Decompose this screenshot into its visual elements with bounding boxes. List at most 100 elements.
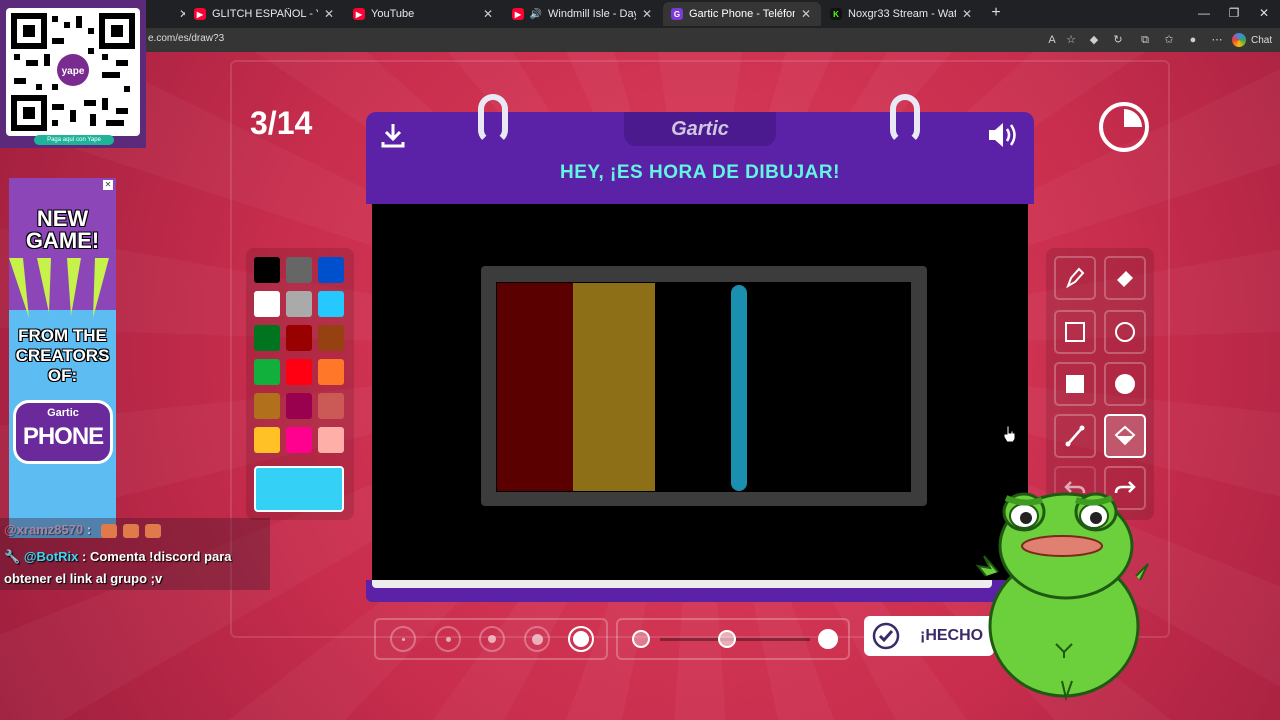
tab-gartic[interactable]: G Gartic Phone - Teléfono Descompu ✕ (663, 2, 821, 26)
ad-line2: GAME! (25, 228, 100, 253)
close-icon[interactable]: ✕ (177, 7, 185, 21)
puzzle-icon[interactable]: ⧉ (1137, 32, 1153, 48)
brush-size-4[interactable] (524, 626, 550, 652)
color-swatch[interactable] (286, 393, 312, 419)
ad-rays-graphic (9, 258, 109, 318)
brush-size-1[interactable] (390, 626, 416, 652)
color-swatch[interactable] (318, 325, 344, 351)
brush-size-5[interactable] (568, 626, 594, 652)
color-swatch[interactable] (254, 427, 280, 453)
favorite-star-icon[interactable]: ☆ (1063, 32, 1079, 48)
gartic-phone-logo: Gartic PHONE (13, 400, 113, 464)
opacity-mid[interactable] (718, 630, 736, 648)
kick-icon: K (830, 8, 842, 20)
tool-bucket-fill[interactable] (1104, 414, 1146, 458)
check-badge-icon (872, 622, 900, 650)
speaker-icon[interactable]: 🔊 (530, 8, 542, 20)
color-swatch[interactable] (254, 393, 280, 419)
tool-ellipse-outline[interactable] (1104, 310, 1146, 354)
tool-pencil[interactable] (1054, 256, 1096, 300)
more-menu-icon[interactable]: ⋯ (1209, 32, 1225, 48)
close-icon[interactable]: ✕ (640, 7, 654, 21)
timer-icon (1098, 101, 1150, 153)
tab-kick[interactable]: K Noxgr33 Stream - Watch Live on K ✕ (822, 2, 982, 26)
chat-message: obtener el link al grupo ;v (4, 571, 162, 586)
tool-rectangle-filled[interactable] (1054, 362, 1096, 406)
svg-text:yape: yape (62, 66, 85, 77)
color-swatch[interactable] (254, 257, 280, 283)
new-tab-icon[interactable]: + (988, 5, 1004, 21)
favorites-icon[interactable]: ✩ (1161, 32, 1177, 48)
frog-sticker (975, 476, 1152, 702)
binder-ring-left (478, 94, 508, 144)
brush-size-3[interactable] (479, 626, 505, 652)
color-swatch[interactable] (318, 393, 344, 419)
sound-icon[interactable] (986, 120, 1022, 150)
tool-rectangle-outline[interactable] (1054, 310, 1096, 354)
gartic-icon: G (671, 8, 683, 20)
youtube-icon: ▶ (194, 8, 206, 20)
color-swatch[interactable] (286, 359, 312, 385)
close-icon[interactable]: ✕ (799, 7, 813, 21)
copilot-chat-button[interactable]: Chat (1232, 32, 1272, 48)
done-button[interactable]: ¡HECHO (864, 616, 994, 656)
ad-line3: FROM THE (18, 326, 107, 345)
download-icon[interactable] (378, 120, 408, 150)
opacity-low[interactable] (632, 630, 650, 648)
copilot-icon (1232, 33, 1246, 47)
color-swatch[interactable] (286, 325, 312, 351)
window-close-icon[interactable]: ✕ (1257, 6, 1271, 20)
brush-size-2[interactable] (435, 626, 461, 652)
tab-partial[interactable]: ✕ (165, 2, 185, 26)
emote-icon (144, 523, 161, 538)
chat-label: Chat (1251, 34, 1273, 46)
color-swatch[interactable] (254, 325, 280, 351)
close-icon[interactable]: ✕ (481, 7, 495, 21)
round-counter: 3/14 (250, 105, 313, 141)
binder-ring-right (890, 94, 920, 144)
drawn-yellow-stripe (573, 283, 655, 491)
color-swatch[interactable] (318, 291, 344, 317)
chat-text: : (86, 522, 92, 537)
hand-cursor-icon (1003, 425, 1017, 443)
refresh-extension-icon[interactable]: ↻ (1110, 32, 1126, 48)
tab-windmill[interactable]: ▶ 🔊 Windmill Isle - Day - YouTube ✕ (504, 2, 662, 26)
rectangle-filled-icon (1066, 375, 1084, 393)
tool-ellipse-filled[interactable] (1104, 362, 1146, 406)
extension-icon[interactable]: ◆ (1086, 32, 1102, 48)
tab-youtube[interactable]: ▶ YouTube ✕ (345, 2, 503, 26)
browser-tab-bar: ✕ ▶ GLITCH ESPAÑOL - YouTube ✕ ▶ YouTube… (0, 0, 1280, 28)
read-aloud-icon[interactable]: A (1044, 32, 1060, 48)
drawn-red-stripe (497, 283, 575, 491)
color-swatch[interactable] (318, 257, 344, 283)
color-swatch[interactable] (318, 427, 344, 453)
tab-title: Gartic Phone - Teléfono Descompu (689, 8, 795, 20)
minimize-icon[interactable]: — (1197, 6, 1211, 20)
color-swatch[interactable] (286, 257, 312, 283)
tool-eraser[interactable] (1104, 256, 1146, 300)
color-swatch[interactable] (286, 291, 312, 317)
rectangle-outline-icon (1065, 322, 1085, 342)
color-swatch[interactable] (286, 427, 312, 453)
stream-chat-overlay: @xramz8570 : 🔧 @BotRix : Comenta !discor… (0, 518, 270, 590)
close-icon[interactable]: ✕ (960, 7, 974, 21)
qr-caption: Paga aquí con Yape (34, 135, 114, 145)
ad-close-icon[interactable]: ✕ (103, 180, 113, 190)
youtube-icon: ▶ (353, 8, 365, 20)
ellipse-outline-icon (1115, 322, 1135, 342)
profile-avatar-icon[interactable]: ● (1185, 32, 1201, 48)
color-swatch[interactable] (254, 359, 280, 385)
color-swatch[interactable] (318, 359, 344, 385)
ad-logo-top: Gartic (47, 407, 79, 419)
chat-message: 🔧 @BotRix : Comenta !discord para (4, 549, 232, 565)
current-color-swatch[interactable] (254, 466, 344, 512)
opacity-high[interactable] (818, 629, 838, 649)
chat-text: obtener el link al grupo ;v (4, 571, 163, 586)
side-ad-banner[interactable]: NEW GAME! FROM THE CREATORS OF: Gartic P… (9, 178, 116, 538)
restore-icon[interactable]: ❐ (1227, 6, 1241, 20)
tab-glitch[interactable]: ▶ GLITCH ESPAÑOL - YouTube ✕ (186, 2, 344, 26)
url-text[interactable]: e.com/es/draw?3 (148, 33, 224, 44)
color-swatch[interactable] (254, 291, 280, 317)
close-icon[interactable]: ✕ (322, 7, 336, 21)
tool-line[interactable] (1054, 414, 1096, 458)
